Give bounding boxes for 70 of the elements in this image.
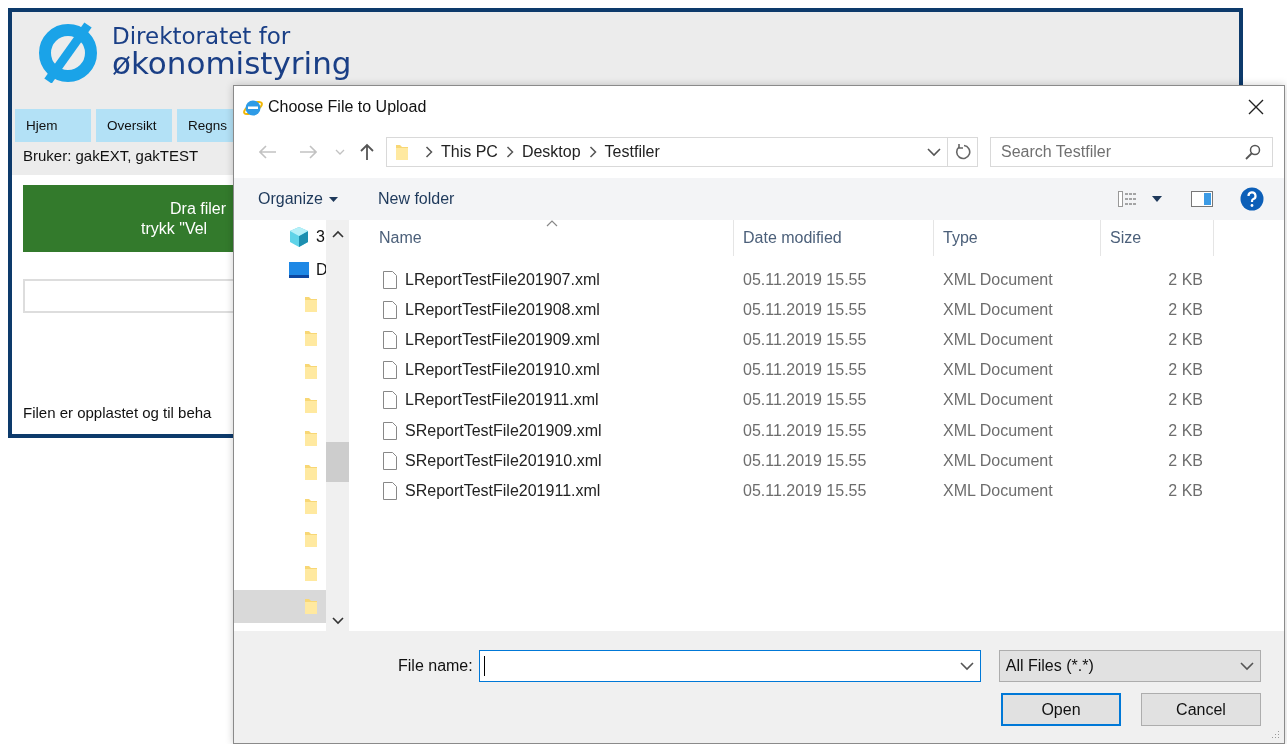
file-name: SReportTestFile201909.xml: [405, 421, 602, 440]
file-size: 2 KB: [1168, 331, 1203, 349]
file-row[interactable]: LReportTestFile201909.xml 05.11.2019 15.55 XML Document 2 KB: [353, 325, 1284, 356]
file-type: XML Document: [943, 391, 1053, 409]
nav-tab[interactable]: Oversikt: [96, 109, 172, 142]
file-size: 2 KB: [1168, 481, 1203, 499]
file-name: LReportTestFile201908.xml: [405, 301, 600, 320]
file-type: XML Document: [943, 361, 1053, 379]
file-type-dropdown[interactable]: All Files (*.*): [998, 650, 1261, 682]
drop-zone-text: trykk "Vel: [141, 218, 208, 238]
file-type: XML Document: [943, 301, 1053, 319]
file-row[interactable]: LReportTestFile201911.xml 05.11.2019 15.55 XML Document 2 KB: [353, 385, 1284, 416]
logo-line: økonomistyring: [112, 48, 352, 79]
file-name: SReportTestFile201910.xml: [405, 451, 602, 470]
file-date: 05.11.2019 15.55: [743, 481, 867, 499]
file-size: 2 KB: [1168, 271, 1203, 289]
file-date: 05.11.2019 15.55: [743, 301, 867, 319]
nav-tab[interactable]: Regns: [177, 109, 233, 142]
file-name: LReportTestFile201910.xml: [405, 361, 600, 380]
file-row[interactable]: SReportTestFile201910.xml 05.11.2019 15.55 XML Document 2 KB: [353, 445, 1284, 476]
file-date: 05.11.2019 15.55: [743, 331, 867, 349]
file-size: 2 KB: [1168, 421, 1203, 439]
file-date: 05.11.2019 15.55: [743, 391, 867, 409]
drop-zone[interactable]: Dra filer trykk "Vel: [23, 185, 233, 252]
nav-label: D: [316, 261, 326, 280]
breadcrumb-item[interactable]: Testfiler: [604, 143, 660, 161]
open-button[interactable]: Open: [1001, 693, 1121, 726]
file-row[interactable]: LReportTestFile201910.xml 05.11.2019 15.55 XML Document 2 KB: [353, 355, 1284, 386]
dialog-title: Choose File to Upload: [268, 98, 428, 116]
nav-label: 3: [316, 227, 325, 246]
status-text: Filen er opplastet og til beha: [23, 404, 213, 421]
file-size: 2 KB: [1168, 451, 1203, 469]
file-type: XML Document: [943, 451, 1053, 469]
file-date: 05.11.2019 15.55: [743, 421, 867, 439]
file-size: 2 KB: [1168, 361, 1203, 379]
file-name: LReportTestFile201907.xml: [405, 271, 600, 290]
file-date: 05.11.2019 15.55: [743, 451, 867, 469]
cancel-button[interactable]: Cancel: [1141, 693, 1261, 726]
file-name: LReportTestFile201911.xml: [405, 391, 599, 410]
organize-button[interactable]: Organize: [248, 186, 348, 212]
file-date: 05.11.2019 15.55: [743, 271, 867, 289]
file-date: 05.11.2019 15.55: [743, 361, 867, 379]
address-bar[interactable]: This PC Desktop Testfiler: [386, 137, 948, 167]
breadcrumb-item[interactable]: Desktop: [521, 143, 581, 161]
nav-item[interactable]: D: [234, 253, 326, 288]
file-name: SReportTestFile201911.xml: [405, 481, 601, 500]
search-field[interactable]: Search Testfiler: [990, 137, 1273, 167]
new-folder-button[interactable]: New folder: [367, 186, 465, 212]
nav-item[interactable]: 3: [234, 220, 326, 254]
user-label: Bruker: gakEXT, gakTEST: [22, 146, 200, 164]
file-row[interactable]: SReportTestFile201909.xml 05.11.2019 15.55 XML Document 2 KB: [353, 415, 1284, 446]
logo-line: Direktoratet for: [112, 25, 292, 48]
file-row[interactable]: SReportTestFile201911.xml 05.11.2019 15.55 XML Document 2 KB: [353, 475, 1284, 506]
column-header[interactable]: Type: [934, 220, 1101, 256]
column-header[interactable]: Date modified: [734, 220, 934, 256]
breadcrumb-item[interactable]: This PC: [441, 143, 498, 161]
file-type: XML Document: [943, 421, 1053, 439]
file-type: XML Document: [943, 481, 1053, 499]
file-row[interactable]: LReportTestFile201908.xml 05.11.2019 15.55 XML Document 2 KB: [353, 295, 1284, 326]
file-type: XML Document: [943, 271, 1053, 289]
column-header[interactable]: Name: [353, 220, 734, 256]
file-size: 2 KB: [1168, 301, 1203, 319]
file-name: LReportTestFile201909.xml: [405, 331, 600, 350]
drop-zone-text: Dra filer: [170, 199, 226, 219]
file-row[interactable]: LReportTestFile201907.xml 05.11.2019 15.55 XML Document 2 KB: [353, 265, 1284, 296]
column-header[interactable]: Size: [1101, 220, 1214, 256]
file-name-label: File name:: [398, 657, 473, 675]
file-type: XML Document: [943, 331, 1053, 349]
file-size: 2 KB: [1168, 391, 1203, 409]
nav-tab[interactable]: Hjem: [15, 109, 91, 142]
